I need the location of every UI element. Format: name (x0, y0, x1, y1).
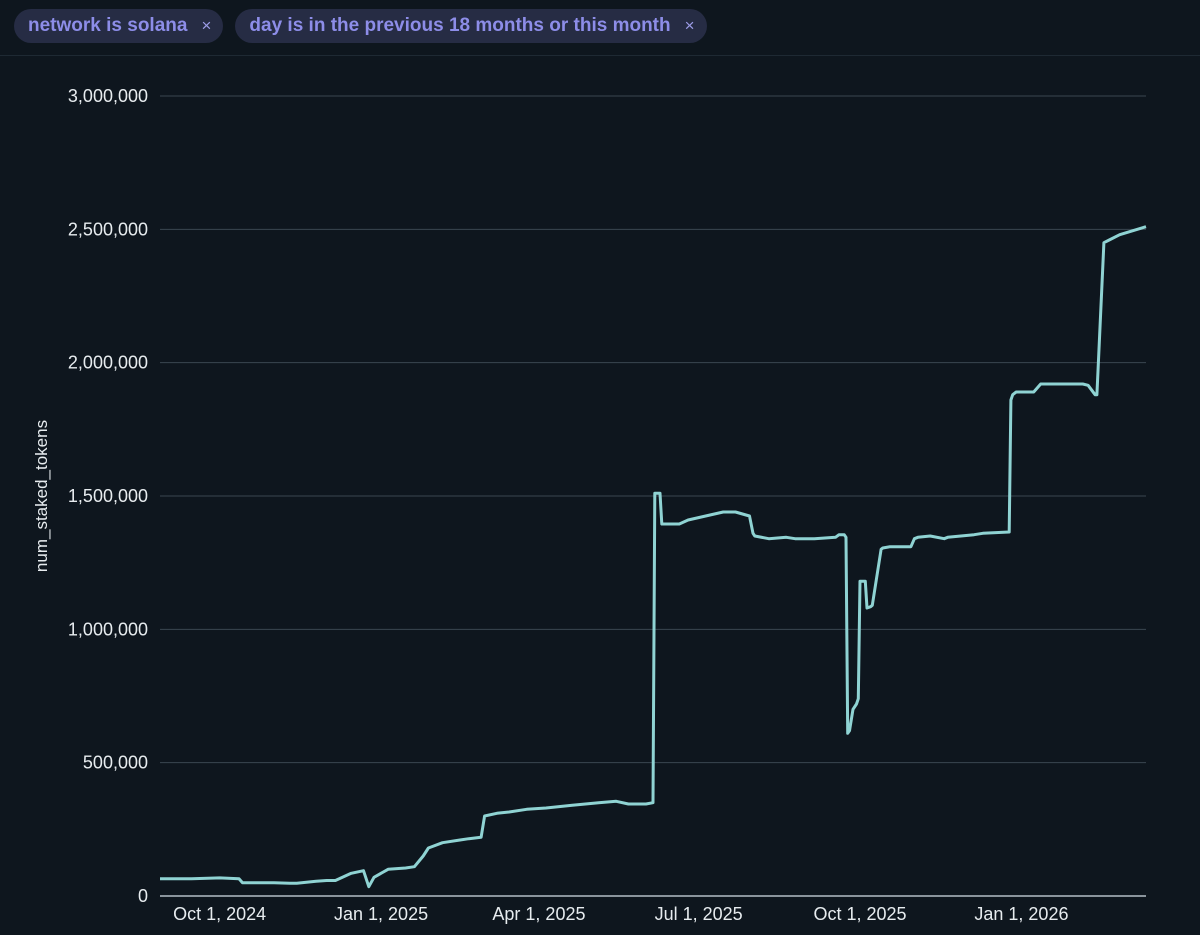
x-tick-label: Oct 1, 2025 (813, 904, 906, 924)
series-line (160, 225, 1147, 889)
x-tick-label: Jul 1, 2025 (655, 904, 743, 924)
x-tick-label: Jan 1, 2025 (334, 904, 428, 924)
y-tick-label: 1,000,000 (68, 619, 148, 639)
x-axis-ticks: Oct 1, 2024 Jan 1, 2025 Apr 1, 2025 Jul 1, … (173, 904, 1068, 924)
y-axis-title: num_staked_tokens (32, 420, 51, 572)
y-tick-label: 1,500,000 (68, 486, 148, 506)
y-tick-label: 0 (138, 886, 148, 906)
x-tick-label: Oct 1, 2024 (173, 904, 266, 924)
y-tick-label: 500,000 (83, 753, 148, 773)
y-axis-ticks: 0 500,000 1,000,000 1,500,000 2,000,000 2,500… (68, 86, 148, 906)
y-tick-label: 2,000,000 (68, 353, 148, 373)
x-tick-label: Jan 1, 2026 (974, 904, 1068, 924)
x-tick-label: Apr 1, 2025 (492, 904, 585, 924)
line-chart: 0 500,000 1,000,000 1,500,000 2,000,000 2,500… (32, 86, 1147, 924)
y-tick-label: 3,000,000 (68, 86, 148, 106)
y-tick-label: 2,500,000 (68, 219, 148, 239)
